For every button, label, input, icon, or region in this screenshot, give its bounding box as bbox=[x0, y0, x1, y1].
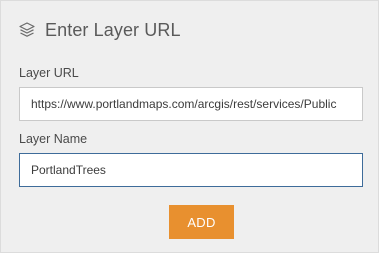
panel-header: Enter Layer URL bbox=[18, 18, 181, 42]
layers-icon bbox=[18, 21, 36, 39]
layer-url-label: Layer URL bbox=[19, 66, 79, 80]
layer-url-input[interactable] bbox=[19, 87, 363, 121]
layer-name-label: Layer Name bbox=[19, 132, 88, 146]
add-button[interactable]: ADD bbox=[169, 205, 234, 239]
layer-name-input[interactable] bbox=[19, 153, 363, 187]
enter-layer-url-panel: Enter Layer URL Layer URL Layer Name ADD bbox=[0, 0, 379, 253]
panel-title: Enter Layer URL bbox=[45, 19, 181, 40]
